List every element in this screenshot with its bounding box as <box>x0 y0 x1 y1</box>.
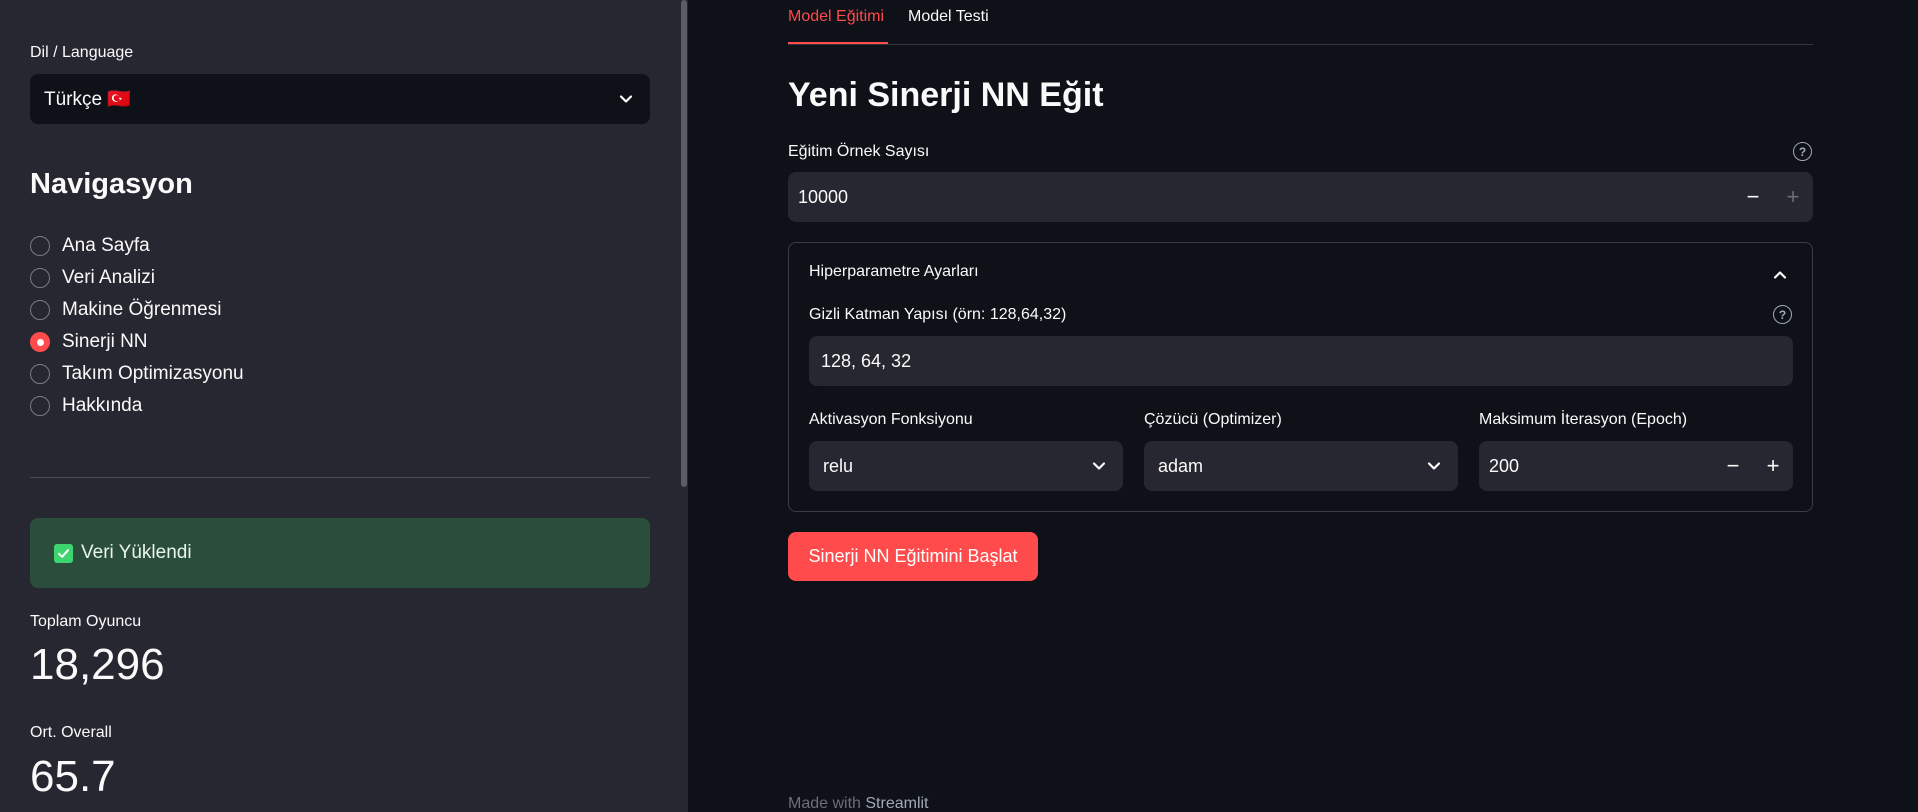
tab-model-egitimi[interactable]: Model Eğitimi <box>788 8 884 26</box>
chevron-down-icon <box>1427 462 1441 470</box>
solver-select[interactable]: adam <box>1144 441 1458 491</box>
decrement-button[interactable]: − <box>1713 441 1753 491</box>
radio-icon <box>30 236 50 256</box>
tab-bar: Model Eğitimi Model Testi <box>788 0 1813 45</box>
main-content: Model Eğitimi Model Testi Yeni Sinerji N… <box>688 0 1918 812</box>
nav-item-label: Veri Analizi <box>62 267 155 288</box>
nav-item-label: Makine Öğrenmesi <box>62 299 222 320</box>
page-title: Yeni Sinerji NN Eğit <box>788 76 1104 114</box>
nav-item-label: Takım Optimizasyonu <box>62 363 244 384</box>
sidebar-divider <box>30 477 650 478</box>
activation-value: relu <box>823 455 854 476</box>
start-training-button[interactable]: Sinerji NN Eğitimini Başlat <box>788 532 1038 581</box>
nav-item-label: Sinerji NN <box>62 331 148 352</box>
radio-icon <box>30 268 50 288</box>
nav-item-ana-sayfa[interactable]: Ana Sayfa <box>30 230 244 262</box>
hidden-layers-label: Gizli Katman Yapısı (örn: 128,64,32) <box>809 306 1067 323</box>
chevron-down-icon <box>1092 462 1106 470</box>
tab-model-testi[interactable]: Model Testi <box>908 8 989 26</box>
metric-avg-overall-label: Ort. Overall <box>30 724 112 741</box>
footer-prefix: Made with <box>788 795 861 812</box>
decrement-button[interactable]: − <box>1733 172 1773 222</box>
metric-total-players-label: Toplam Oyuncu <box>30 613 142 630</box>
solver-value: adam <box>1158 455 1204 476</box>
max-iter-input[interactable]: 200 − + <box>1479 441 1793 491</box>
increment-button[interactable]: + <box>1773 172 1813 222</box>
nav-title: Navigasyon <box>30 168 193 200</box>
footer-brand-link[interactable]: Streamlit <box>865 795 928 812</box>
nav-item-sinerji-nn[interactable]: Sinerji NN <box>30 326 244 358</box>
data-loaded-alert: Veri Yüklendi <box>30 518 650 588</box>
activation-label: Aktivasyon Fonksiyonu <box>809 411 973 428</box>
footer: Made with Streamlit <box>788 795 929 812</box>
sample-count-label: Eğitim Örnek Sayısı <box>788 143 930 160</box>
nav-item-label: Hakkında <box>62 395 143 416</box>
radio-icon <box>30 300 50 320</box>
chevron-down-icon <box>619 95 633 103</box>
language-select[interactable]: Türkçe 🇹🇷 <box>30 74 650 124</box>
nav-item-takim-optimizasyonu[interactable]: Takım Optimizasyonu <box>30 358 244 390</box>
active-tab-indicator <box>788 42 888 44</box>
radio-icon <box>30 396 50 416</box>
increment-button[interactable]: + <box>1753 441 1793 491</box>
expander-header[interactable]: Hiperparametre Ayarları <box>809 263 979 281</box>
app-root: Dil / Language Türkçe 🇹🇷 Navigasyon Ana … <box>0 0 1918 812</box>
language-label: Dil / Language <box>30 44 134 61</box>
language-value: Türkçe 🇹🇷 <box>44 89 132 110</box>
radio-selected-icon <box>30 332 50 352</box>
nav-item-veri-analizi[interactable]: Veri Analizi <box>30 262 244 294</box>
hidden-layers-value: 128, 64, 32 <box>821 350 912 371</box>
solver-label: Çözücü (Optimizer) <box>1144 411 1282 428</box>
nav-radio-group: Ana Sayfa Veri Analizi Makine Öğrenmesi … <box>30 230 244 422</box>
sidebar: Dil / Language Türkçe 🇹🇷 Navigasyon Ana … <box>0 0 688 812</box>
nav-item-label: Ana Sayfa <box>62 235 150 256</box>
activation-select[interactable]: relu <box>809 441 1123 491</box>
hidden-layers-input[interactable]: 128, 64, 32 <box>809 336 1793 386</box>
chevron-up-icon[interactable] <box>1770 265 1790 285</box>
max-iter-label: Maksimum İterasyon (Epoch) <box>1479 411 1688 428</box>
help-icon[interactable]: ? <box>1773 305 1792 324</box>
radio-icon <box>30 364 50 384</box>
nav-item-hakkinda[interactable]: Hakkında <box>30 390 244 422</box>
metric-total-players-value: 18,296 <box>30 640 165 689</box>
sample-count-input[interactable]: 10000 − + <box>788 172 1813 222</box>
max-iter-value: 200 <box>1489 455 1520 476</box>
metric-avg-overall-value: 65.7 <box>30 752 116 801</box>
nav-item-makine-ogrenmesi[interactable]: Makine Öğrenmesi <box>30 294 244 326</box>
data-loaded-text: Veri Yüklendi <box>81 542 192 563</box>
sidebar-scrollbar[interactable] <box>681 0 687 487</box>
hyperparameter-expander: Hiperparametre Ayarları Gizli Katman Yap… <box>788 242 1813 512</box>
check-mark-icon <box>54 543 73 563</box>
help-icon[interactable]: ? <box>1793 142 1812 161</box>
sample-count-value: 10000 <box>798 186 849 207</box>
